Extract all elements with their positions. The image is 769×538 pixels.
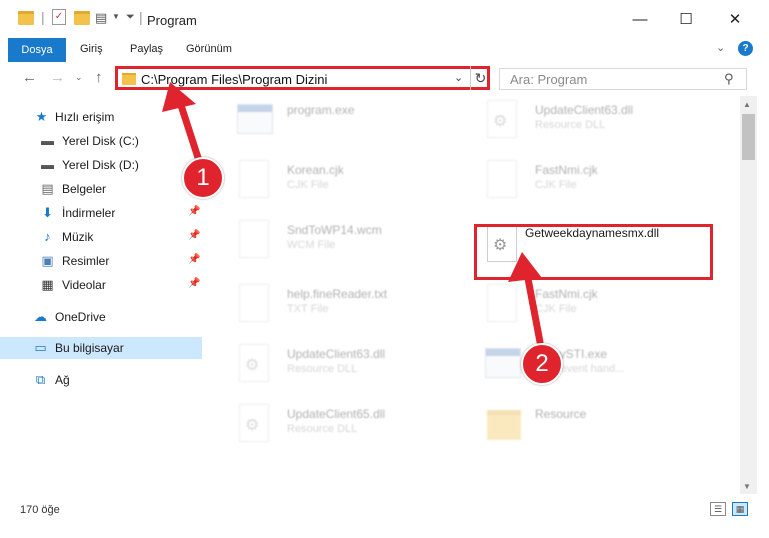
step-2-badge: 2: [521, 343, 563, 385]
annotation-arrowhead-2: [508, 252, 542, 282]
annotation-arrows: [162, 82, 544, 346]
step-1-badge: 1: [182, 157, 224, 199]
annotation-arrowhead-1: [162, 82, 196, 112]
